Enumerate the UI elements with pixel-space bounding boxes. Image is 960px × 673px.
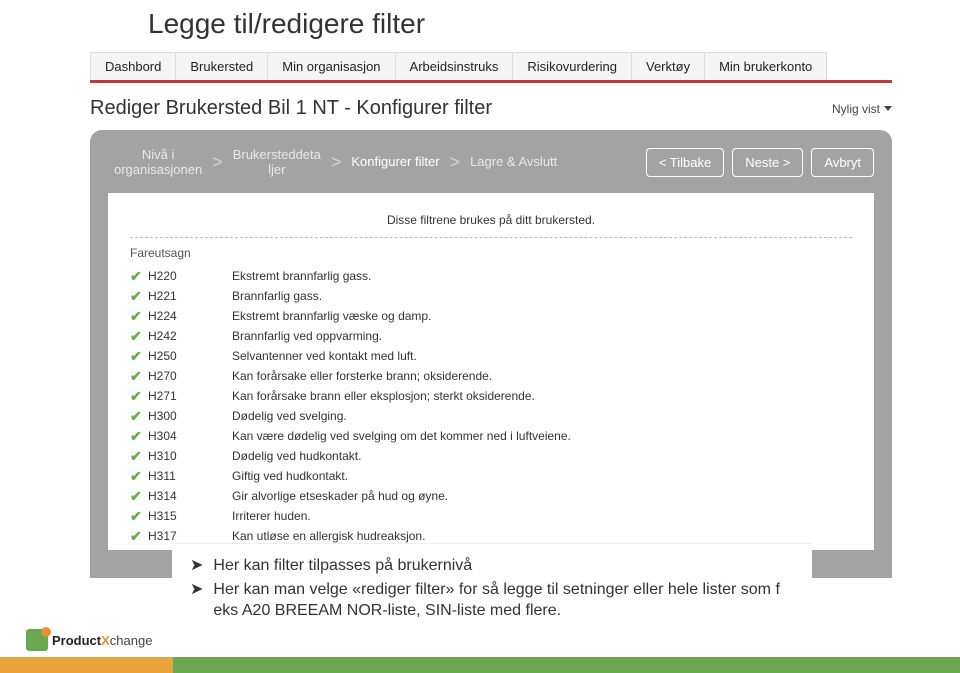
content-panel: Disse filtrene brukes på ditt brukersted…: [108, 193, 874, 550]
filter-code: H224: [148, 309, 232, 323]
wizard-panel: Nivå i organisasjonen > Brukersteddeta l…: [90, 130, 892, 578]
chevron-right-icon: >: [210, 152, 225, 173]
bullet-icon: ➤: [190, 555, 203, 577]
filter-description: Brannfarlig gass.: [232, 289, 322, 303]
filter-row: ✔H304Kan være dødelig ved svelging om de…: [130, 426, 852, 446]
check-icon: ✔: [130, 528, 148, 545]
filter-row: ✔H224Ekstremt brannfarlig væske og damp.: [130, 306, 852, 326]
filter-code: H221: [148, 289, 232, 303]
back-button[interactable]: < Tilbake: [646, 148, 724, 177]
filter-row: ✔H271Kan forårsake brann eller eksplosjo…: [130, 386, 852, 406]
filter-list: ✔H220Ekstremt brannfarlig gass.✔H221Bran…: [130, 266, 852, 546]
recently-viewed-label: Nylig vist: [832, 102, 880, 116]
cancel-button[interactable]: Avbryt: [811, 148, 874, 177]
check-icon: ✔: [130, 388, 148, 405]
callout-line-2: ➤ Her kan man velge «rediger filter» for…: [190, 578, 794, 623]
check-icon: ✔: [130, 328, 148, 345]
check-icon: ✔: [130, 368, 148, 385]
app-screenshot: Dashbord Brukersted Min organisasjon Arb…: [90, 52, 892, 578]
filter-code: H300: [148, 409, 232, 423]
page-title: Rediger Brukersted Bil 1 NT - Konfigurer…: [90, 97, 492, 120]
check-icon: ✔: [130, 508, 148, 525]
chevron-right-icon: >: [448, 152, 463, 173]
breadcrumb-step-4[interactable]: Lagre & Avslutt: [464, 155, 563, 169]
nav-tab-risikovurdering[interactable]: Risikovurdering: [513, 52, 632, 80]
page-header: Rediger Brukersted Bil 1 NT - Konfigurer…: [90, 83, 892, 130]
breadcrumb-step-3[interactable]: Konfigurer filter: [345, 155, 445, 169]
nav-tab-dashbord[interactable]: Dashbord: [90, 52, 176, 80]
filter-row: ✔H314Gir alvorlige etseskader på hud og …: [130, 486, 852, 506]
check-icon: ✔: [130, 268, 148, 285]
nav-tab-brukersted[interactable]: Brukersted: [176, 52, 268, 80]
bullet-icon: ➤: [190, 579, 203, 622]
check-icon: ✔: [130, 488, 148, 505]
filter-code: H250: [148, 349, 232, 363]
filter-code: H317: [148, 529, 232, 543]
main-nav: Dashbord Brukersted Min organisasjon Arb…: [90, 52, 892, 83]
filter-description: Irriterer huden.: [232, 509, 311, 523]
nav-tab-min-organisasjon[interactable]: Min organisasjon: [268, 52, 395, 80]
callout-box: ➤ Her kan filter tilpasses på brukernivå…: [172, 543, 812, 637]
filter-row: ✔H242Brannfarlig ved oppvarming.: [130, 326, 852, 346]
filter-row: ✔H300Dødelig ved svelging.: [130, 406, 852, 426]
breadcrumb: Nivå i organisasjonen > Brukersteddeta l…: [108, 148, 563, 177]
filter-description: Kan være dødelig ved svelging om det kom…: [232, 429, 571, 443]
nav-tab-verktoy[interactable]: Verktøy: [632, 52, 705, 80]
filter-code: H220: [148, 269, 232, 283]
filter-row: ✔H311Giftig ved hudkontakt.: [130, 466, 852, 486]
nav-tab-arbeidsinstruks[interactable]: Arbeidsinstruks: [396, 52, 514, 80]
filter-description: Giftig ved hudkontakt.: [232, 469, 348, 483]
filter-description: Kan forårsake brann eller eksplosjon; st…: [232, 389, 535, 403]
filter-intro-text: Disse filtrene brukes på ditt brukersted…: [130, 213, 852, 238]
filter-row: ✔H310Dødelig ved hudkontakt.: [130, 446, 852, 466]
filter-code: H270: [148, 369, 232, 383]
filter-row: ✔H220Ekstremt brannfarlig gass.: [130, 266, 852, 286]
filter-description: Dødelig ved svelging.: [232, 409, 347, 423]
filter-code: H315: [148, 509, 232, 523]
check-icon: ✔: [130, 448, 148, 465]
breadcrumb-step-1[interactable]: Nivå i organisasjonen: [108, 148, 208, 177]
wizard-buttons: < Tilbake Neste > Avbryt: [646, 148, 874, 177]
slide-title: Legge til/redigere filter: [0, 0, 960, 52]
footer-bar: [0, 657, 960, 673]
check-icon: ✔: [130, 288, 148, 305]
filter-code: H310: [148, 449, 232, 463]
filter-description: Selvantenner ved kontakt med luft.: [232, 349, 417, 363]
filter-description: Ekstremt brannfarlig væske og damp.: [232, 309, 431, 323]
check-icon: ✔: [130, 468, 148, 485]
recently-viewed-dropdown[interactable]: Nylig vist: [832, 102, 892, 116]
logo-text: ProductXchange: [52, 633, 152, 648]
productxchange-logo: ProductXchange: [26, 629, 152, 651]
chevron-down-icon: [884, 106, 892, 111]
check-icon: ✔: [130, 348, 148, 365]
filter-row: ✔H221Brannfarlig gass.: [130, 286, 852, 306]
filter-description: Brannfarlig ved oppvarming.: [232, 329, 382, 343]
logo-icon: [26, 629, 48, 651]
callout-line-1: ➤ Her kan filter tilpasses på brukernivå: [190, 554, 794, 578]
check-icon: ✔: [130, 408, 148, 425]
filter-code: H242: [148, 329, 232, 343]
filter-description: Dødelig ved hudkontakt.: [232, 449, 361, 463]
check-icon: ✔: [130, 308, 148, 325]
filter-code: H314: [148, 489, 232, 503]
wizard-top: Nivå i organisasjonen > Brukersteddeta l…: [108, 148, 874, 177]
filter-code: H311: [148, 469, 232, 483]
filter-description: Kan utløse en allergisk hudreaksjon.: [232, 529, 425, 543]
filter-description: Kan forårsake eller forsterke brann; oks…: [232, 369, 492, 383]
filter-description: Gir alvorlige etseskader på hud og øyne.: [232, 489, 448, 503]
filter-row: ✔H270Kan forårsake eller forsterke brann…: [130, 366, 852, 386]
check-icon: ✔: [130, 428, 148, 445]
filter-code: H271: [148, 389, 232, 403]
filter-row: ✔H315Irriterer huden.: [130, 506, 852, 526]
filter-code: H304: [148, 429, 232, 443]
breadcrumb-step-2[interactable]: Brukersteddeta ljer: [227, 148, 327, 177]
chevron-right-icon: >: [329, 152, 344, 173]
nav-tab-min-brukerkonto[interactable]: Min brukerkonto: [705, 52, 827, 80]
next-button[interactable]: Neste >: [732, 148, 803, 177]
filter-row: ✔H250Selvantenner ved kontakt med luft.: [130, 346, 852, 366]
section-label: Fareutsagn: [130, 244, 852, 266]
filter-description: Ekstremt brannfarlig gass.: [232, 269, 371, 283]
